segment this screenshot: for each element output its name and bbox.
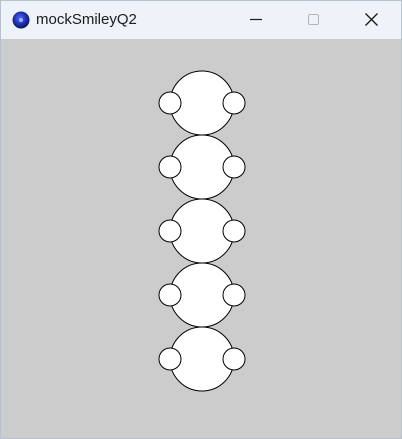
maximize-icon	[308, 14, 319, 25]
smiley-stack	[158, 70, 246, 392]
smiley-left-ear	[158, 91, 182, 115]
smiley-left-ear	[158, 283, 182, 307]
smiley-right-ear	[222, 283, 246, 307]
smiley-right-ear	[222, 219, 246, 243]
maximize-button[interactable]	[285, 1, 343, 39]
smiley-left-ear	[158, 155, 182, 179]
window-title: mockSmileyQ2	[36, 11, 137, 28]
smiley-right-ear	[222, 347, 246, 371]
title-bar[interactable]: mockSmileyQ2	[1, 1, 401, 39]
smiley-right-ear	[222, 155, 246, 179]
close-icon	[365, 13, 378, 26]
smiley-left-ear	[158, 347, 182, 371]
smiley-left-ear	[158, 219, 182, 243]
sketch-canvas[interactable]	[1, 39, 401, 438]
minimize-button[interactable]	[227, 1, 285, 39]
close-button[interactable]	[343, 1, 401, 39]
processing-app-icon	[12, 11, 30, 29]
minimize-icon	[250, 18, 262, 21]
smiley-right-ear	[222, 91, 246, 115]
app-window: mockSmileyQ2	[0, 0, 402, 439]
